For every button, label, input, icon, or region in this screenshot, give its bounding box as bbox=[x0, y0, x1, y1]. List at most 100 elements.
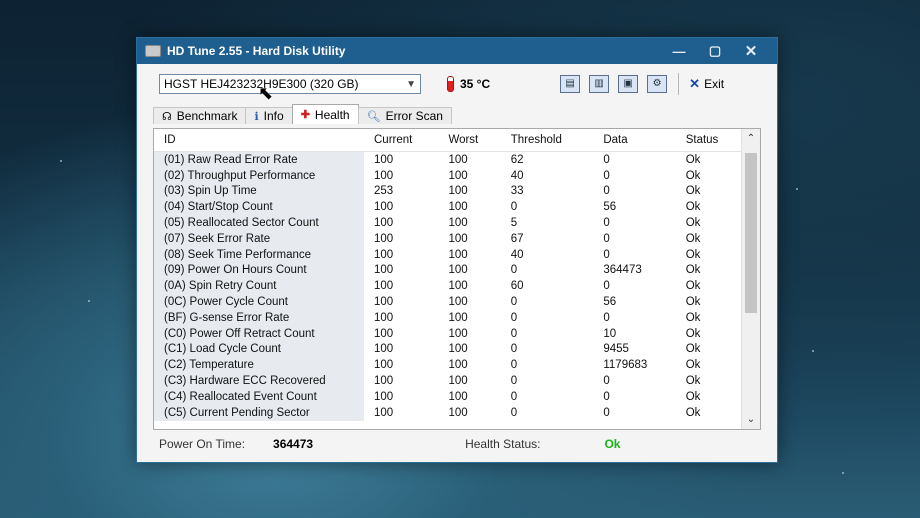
vertical-scrollbar[interactable]: ⌃ ⌄ bbox=[741, 129, 760, 429]
cell-current-value: 100 bbox=[374, 201, 394, 214]
cell-current-value: 100 bbox=[374, 296, 394, 309]
cell-status-value: Ok bbox=[685, 264, 701, 277]
cell-attribute-id: (09) Power On Hours Count bbox=[154, 262, 364, 279]
cell-status-value: Ok bbox=[685, 153, 701, 166]
drive-select-value: HGST HEJ423232H9E300 (320 GB) bbox=[164, 77, 359, 91]
table-row[interactable]: (C4) Reallocated Event Count 100 100 0 0 Ok bbox=[154, 388, 742, 405]
column-header-id[interactable]: ID bbox=[154, 129, 364, 152]
save-icon[interactable]: ▣ bbox=[618, 75, 639, 93]
table-row[interactable]: (C0) Power Off Retract Count 100 100 0 10 Ok bbox=[154, 325, 742, 342]
smart-attributes-panel: ID Current Worst Threshold Data Status (… bbox=[153, 128, 761, 430]
cell-worst-value: 100 bbox=[448, 169, 468, 182]
column-header-status[interactable]: Status bbox=[675, 129, 742, 152]
title-bar[interactable]: HD Tune 2.55 - Hard Disk Utility — ▢ ✕ bbox=[137, 38, 777, 64]
column-header-worst[interactable]: Worst bbox=[438, 129, 501, 152]
table-row[interactable]: (09) Power On Hours Count 100 100 0 364473 Ok bbox=[154, 262, 742, 279]
cell-status-value: Ok bbox=[685, 169, 701, 182]
table-row[interactable]: (C1) Load Cycle Count 100 100 0 9455 Ok bbox=[154, 341, 742, 358]
info-icon: ℹ bbox=[254, 110, 259, 123]
cell-attribute-id: (05) Reallocated Sector Count bbox=[154, 215, 364, 231]
scrollbar-thumb[interactable] bbox=[745, 153, 757, 313]
cell-data-value: 10 bbox=[603, 327, 617, 340]
cell-threshold-value: 0 bbox=[510, 406, 518, 419]
power-on-time-value: 364473 bbox=[273, 437, 314, 451]
health-status-value: Ok bbox=[604, 437, 621, 451]
cell-data-value: 0 bbox=[603, 185, 610, 198]
health-status-label: Health Status: bbox=[465, 437, 541, 451]
cell-attribute-id: (04) Start/Stop Count bbox=[154, 199, 364, 216]
cell-current-value: 100 bbox=[374, 264, 394, 277]
cell-data-value: 0 bbox=[603, 232, 610, 245]
cell-worst-value: 100 bbox=[448, 280, 468, 293]
options-icon[interactable]: ⚙ bbox=[647, 75, 668, 93]
copy-info-icon[interactable]: ▤ bbox=[560, 75, 581, 93]
column-header-threshold[interactable]: Threshold bbox=[500, 129, 594, 152]
table-row[interactable]: (0A) Spin Retry Count 100 100 60 0 Ok bbox=[154, 278, 742, 295]
tab-info[interactable]: ℹ Info bbox=[245, 107, 293, 124]
cell-threshold-value: 33 bbox=[510, 185, 524, 198]
window-title: HD Tune 2.55 - Hard Disk Utility bbox=[167, 44, 346, 58]
exit-button[interactable]: ✕ Exit bbox=[689, 76, 724, 92]
cell-attribute-id: (03) Spin Up Time bbox=[154, 183, 364, 200]
cell-threshold-value: 0 bbox=[510, 375, 518, 388]
cell-threshold-value: 0 bbox=[510, 343, 518, 356]
tab-label: Error Scan bbox=[385, 109, 443, 123]
hard-disk-icon bbox=[145, 45, 161, 57]
tab-error-scan[interactable]: 🔍︎ Error Scan bbox=[357, 107, 452, 124]
cell-status-value: Ok bbox=[685, 343, 701, 356]
cell-threshold-value: 40 bbox=[510, 248, 524, 261]
column-header-data[interactable]: Data bbox=[593, 129, 676, 152]
close-button[interactable]: ✕ bbox=[733, 42, 769, 60]
cell-status-value: Ok bbox=[685, 280, 701, 293]
cell-worst-value: 100 bbox=[448, 296, 468, 309]
cell-attribute-id: (C0) Power Off Retract Count bbox=[154, 325, 364, 342]
minimize-button[interactable]: — bbox=[661, 44, 697, 59]
background-star bbox=[812, 350, 814, 352]
cell-data-value: 0 bbox=[603, 217, 610, 230]
cell-worst-value: 100 bbox=[448, 311, 468, 324]
table-row[interactable]: (03) Spin Up Time 253 100 33 0 Ok bbox=[154, 183, 742, 200]
table-row[interactable]: (05) Reallocated Sector Count 100 100 5 0 Ok bbox=[154, 215, 742, 231]
maximize-button[interactable]: ▢ bbox=[697, 43, 733, 59]
tab-benchmark[interactable]: ☊ Benchmark bbox=[153, 107, 247, 124]
table-row[interactable]: (04) Start/Stop Count 100 100 0 56 Ok bbox=[154, 199, 742, 216]
drive-select[interactable]: HGST HEJ423232H9E300 (320 GB) ▼ ⬉ bbox=[159, 74, 421, 103]
cell-worst-value: 100 bbox=[448, 248, 468, 261]
cell-current-value: 253 bbox=[374, 185, 394, 198]
cell-status-value: Ok bbox=[685, 375, 701, 388]
table-row[interactable]: (02) Throughput Performance 100 100 40 0 Ok bbox=[154, 167, 742, 184]
cell-status-value: Ok bbox=[685, 201, 701, 214]
temperature-display: 35 °C bbox=[447, 76, 490, 92]
table-row[interactable]: (01) Raw Read Error Rate 100 100 62 0 Ok bbox=[154, 151, 742, 168]
tool-buttons: ▤ ▥ ▣ ⚙ ✕ Exit bbox=[560, 73, 724, 95]
table-row[interactable]: (0C) Power Cycle Count 100 100 0 56 Ok bbox=[154, 294, 742, 310]
table-row[interactable]: (07) Seek Error Rate 100 100 67 0 Ok bbox=[154, 230, 742, 247]
scroll-up-arrow-icon[interactable]: ⌃ bbox=[742, 133, 760, 144]
cell-worst-value: 100 bbox=[448, 232, 468, 245]
background-star bbox=[88, 300, 90, 302]
cell-status-value: Ok bbox=[685, 248, 701, 261]
cell-threshold-value: 0 bbox=[510, 296, 518, 309]
cell-current-value: 100 bbox=[374, 280, 394, 293]
cell-current-value: 100 bbox=[374, 390, 394, 403]
status-bar: Power On Time: 364473 Health Status: Ok bbox=[159, 434, 759, 454]
table-row[interactable]: (C3) Hardware ECC Recovered 100 100 0 0 Ok bbox=[154, 373, 742, 389]
table-row[interactable]: (C2) Temperature 100 100 0 1179683 Ok bbox=[154, 357, 742, 374]
cell-status-value: Ok bbox=[685, 311, 701, 324]
table-row[interactable]: (08) Seek Time Performance 100 100 40 0 Ok bbox=[154, 246, 742, 263]
health-cross-icon: ✚ bbox=[300, 109, 310, 121]
table-row[interactable]: (BF) G-sense Error Rate 100 100 0 0 Ok bbox=[154, 309, 742, 326]
cell-threshold-value: 0 bbox=[510, 311, 518, 324]
cell-status-value: Ok bbox=[685, 185, 701, 198]
cell-status-value: Ok bbox=[685, 296, 701, 309]
cell-worst-value: 100 bbox=[448, 406, 468, 419]
cell-worst-value: 100 bbox=[448, 343, 468, 356]
column-header-current[interactable]: Current bbox=[364, 129, 439, 152]
table-row[interactable]: (C5) Current Pending Sector 100 100 0 0 Ok bbox=[154, 404, 742, 421]
scroll-down-arrow-icon[interactable]: ⌄ bbox=[742, 414, 760, 425]
cell-data-value: 9455 bbox=[603, 343, 629, 356]
cell-status-value: Ok bbox=[685, 406, 701, 419]
tab-health[interactable]: ✚ Health bbox=[291, 104, 359, 124]
background-star bbox=[842, 472, 844, 474]
copy-all-icon[interactable]: ▥ bbox=[589, 75, 610, 93]
